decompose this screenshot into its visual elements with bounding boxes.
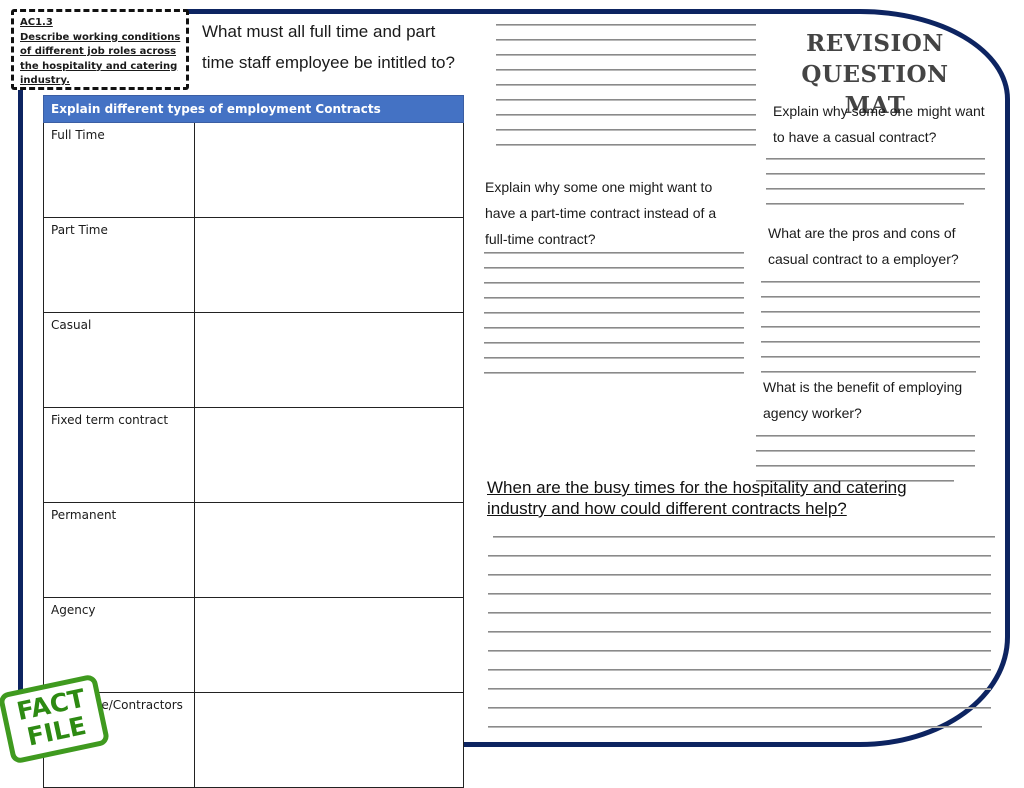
question-text: Explain why some one might want to [485,179,713,195]
answer-lines-busy-times[interactable] [488,536,995,728]
question-text: industry and how could different contrac… [487,499,847,518]
contract-label: Fixed term contract [43,407,195,503]
question-casual-why: Explain why some one might want to have … [773,98,985,150]
question-text: to have a casual contract? [773,129,937,145]
question-entitled: What must all full time and part time st… [202,16,455,78]
answer-lines-casual-pros-cons[interactable] [761,281,980,373]
question-text: full-time contract? [485,231,596,247]
question-text: casual contract to a employer? [768,251,959,267]
table-row: Fixed term contract [43,407,464,503]
table-row: Permanent [43,502,464,598]
contract-label: Agency [43,597,195,693]
question-text: When are the busy times for the hospital… [487,478,907,497]
contract-answer-cell[interactable] [194,122,464,218]
answer-lines-entitled[interactable] [496,24,756,146]
title-line: REVISION [806,30,944,57]
contract-answer-cell[interactable] [194,217,464,313]
question-text: time staff employee be intitled to? [202,53,455,72]
question-text: Explain why some one might want [773,103,985,119]
question-text: What must all full time and part [202,22,436,41]
contract-answer-cell[interactable] [194,312,464,408]
contract-answer-cell[interactable] [194,692,464,788]
answer-lines-agency[interactable] [756,435,975,482]
contracts-table-header: Explain different types of employment Co… [43,95,464,123]
table-row: Casual [43,312,464,408]
contract-label: Full Time [43,122,195,218]
contract-label: Permanent [43,502,195,598]
answer-lines-part-time[interactable] [484,252,744,374]
contract-answer-cell[interactable] [194,502,464,598]
table-row: Full Time [43,122,464,218]
table-row: Agency [43,597,464,693]
question-text: agency worker? [763,405,862,421]
ac-description: Describe working conditions of different… [20,31,181,87]
contracts-table: Explain different types of employment Co… [43,95,464,788]
question-text: have a part-time contract instead of a [485,205,717,221]
question-agency-benefit: What is the benefit of employing agency … [763,374,962,426]
answer-lines-casual-why[interactable] [766,158,985,205]
contract-answer-cell[interactable] [194,407,464,503]
assessment-criteria-box: AC1.3 Describe working conditions of dif… [11,9,189,90]
ac-code: AC1.3 [20,17,53,28]
question-text: What is the benefit of employing [763,379,963,395]
question-busy-times: When are the busy times for the hospital… [487,477,987,519]
contract-label: Casual [43,312,195,408]
table-row: Part Time [43,217,464,313]
contract-answer-cell[interactable] [194,597,464,693]
contract-label: Part Time [43,217,195,313]
question-part-time-why: Explain why some one might want to have … [485,174,716,252]
question-text: What are the pros and cons of [768,225,956,241]
question-casual-pros-cons: What are the pros and cons of casual con… [768,220,959,272]
